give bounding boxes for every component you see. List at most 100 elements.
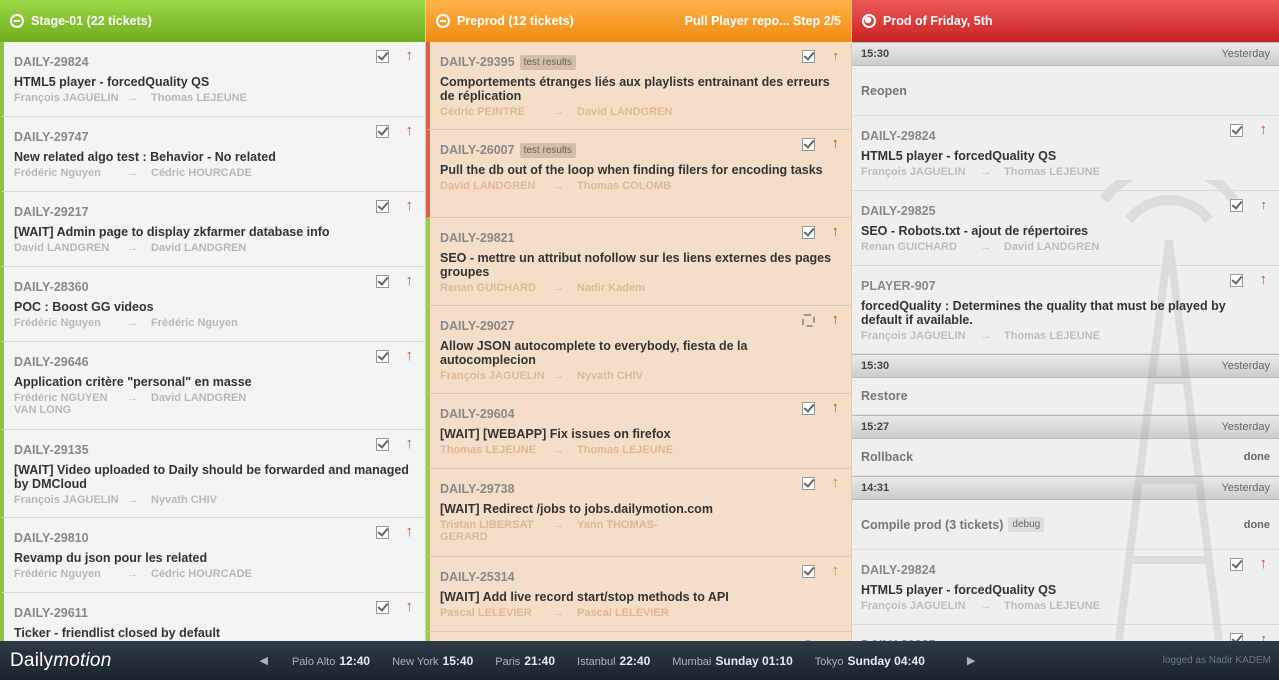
- ticket-id[interactable]: DAILY-29395 test results: [440, 54, 837, 70]
- check-icon[interactable]: [376, 350, 389, 363]
- ticket-reporter: Tristan LIBERSAT GERARD: [440, 519, 534, 543]
- ticket-card[interactable]: DAILY-29810 Revamp du json pour les relat…: [0, 518, 425, 593]
- ticket-assignee: Nyvath CHIV: [577, 370, 644, 382]
- check-icon[interactable]: [376, 275, 389, 288]
- preprod-header[interactable]: Preprod (12 tickets) Pull Player repo...…: [426, 0, 851, 42]
- ticket-id[interactable]: DAILY-29824: [861, 562, 1265, 578]
- ticket-id[interactable]: DAILY-29135: [14, 442, 411, 458]
- priority-double-up-icon: ↑: [1260, 197, 1268, 212]
- deploy-event[interactable]: Rollback done: [852, 439, 1279, 476]
- ticket-card[interactable]: DAILY-29824 HTML5 player - forcedQuality …: [852, 116, 1279, 191]
- prev-arrow-icon[interactable]: ◀: [259, 654, 267, 667]
- ticket-id[interactable]: DAILY-29810: [14, 530, 411, 546]
- ticket-id[interactable]: DAILY-29747: [14, 129, 411, 145]
- arrow-right-icon: →: [553, 444, 564, 456]
- check-icon[interactable]: [802, 565, 815, 578]
- ticket-title: [WAIT] Admin page to display zkfarmer da…: [14, 225, 330, 239]
- ticket-card[interactable]: DAILY-29824 HTML5 player - forcedQuality …: [852, 550, 1279, 625]
- priority-green-icon: ↑: [831, 562, 840, 579]
- ticket-id[interactable]: PLAYER-907: [861, 278, 1265, 294]
- check-icon[interactable]: [1230, 633, 1243, 641]
- stage-header[interactable]: Stage-01 (22 tickets): [0, 0, 425, 42]
- next-arrow-icon[interactable]: ▶: [967, 654, 975, 667]
- check-icon[interactable]: [802, 477, 815, 490]
- stage-column: Stage-01 (22 tickets) DAILY-29824 HTML5 p…: [0, 0, 426, 641]
- prod-header[interactable]: Prod of Friday, 5th: [852, 0, 1279, 42]
- arrow-right-icon: →: [980, 166, 991, 178]
- ticket-card[interactable]: DAILY-29646 Application critère "personal…: [0, 342, 425, 430]
- ticket-reporter: David LANDGREN: [440, 180, 536, 192]
- ticket-id[interactable]: DAILY-25314: [440, 569, 837, 585]
- ticket-card[interactable]: DAILY-29824 HTML5 player - forcedQuality …: [0, 42, 425, 117]
- check-icon[interactable]: [1230, 274, 1243, 287]
- check-icon[interactable]: [376, 125, 389, 138]
- settings-icon[interactable]: [802, 314, 815, 327]
- check-icon[interactable]: [376, 50, 389, 63]
- ticket-card[interactable]: DAILY-29825↑: [852, 625, 1279, 641]
- ticket-card[interactable]: DAILY-29217 [WAIT] Admin page to display …: [0, 192, 425, 267]
- ticket-card[interactable]: DAILY-29825 SEO - Robots.txt - ajout de r…: [852, 191, 1279, 266]
- ticket-card[interactable]: DAILY-28360 POC : Boost GG videos Frédéric…: [0, 267, 425, 342]
- arrow-right-icon: →: [127, 568, 138, 580]
- ticket-assignee: Thomas LEJEUNE: [1004, 600, 1100, 612]
- check-icon[interactable]: [1230, 124, 1243, 137]
- ticket-assignees: Frédéric NGUYEN VAN LONG → David LANDGREN: [14, 392, 411, 416]
- ticket-id[interactable]: DAILY-29824: [861, 128, 1265, 144]
- ticket-card[interactable]: DAILY-29604 [WAIT] [WEBAPP] Fix issues on…: [426, 394, 851, 469]
- ticket-id[interactable]: DAILY-29738: [440, 481, 837, 497]
- check-icon[interactable]: [802, 138, 815, 151]
- ticket-id[interactable]: DAILY-29611: [14, 605, 411, 621]
- check-icon[interactable]: [376, 438, 389, 451]
- ticket-card[interactable]: DAILY-29738 [WAIT] Redirect /jobs to jobs…: [426, 469, 851, 557]
- city-time: 15:40: [442, 653, 474, 668]
- check-icon[interactable]: [1230, 558, 1243, 571]
- ticket-card[interactable]: PLAYER-907 forcedQuality : Determines the…: [852, 266, 1279, 354]
- ticket-id[interactable]: DAILY-29825: [861, 203, 1265, 219]
- deploy-event[interactable]: Reopen: [852, 66, 1279, 116]
- ticket-card[interactable]: DAILY-29611 Ticker - friendlist closed by…: [0, 593, 425, 641]
- ticket-id[interactable]: DAILY-28360: [14, 279, 411, 295]
- ticket-card[interactable]: DAILY-29821 SEO - mettre un attribut nofo…: [426, 218, 851, 306]
- priority-up-icon: ↑: [831, 135, 840, 152]
- gear-icon: [436, 14, 450, 28]
- deploy-event[interactable]: Compile prod (3 tickets) debug done: [852, 500, 1279, 550]
- ticket-tag[interactable]: test results: [519, 54, 576, 70]
- ticket-title: Ticker - friendlist closed by default: [14, 626, 221, 640]
- check-icon[interactable]: [802, 226, 815, 239]
- ticket-id[interactable]: DAILY-26007 test results: [440, 142, 837, 158]
- ticket-id[interactable]: DAILY-29824: [14, 54, 411, 70]
- ticket-assignees: Frédéric Nguyen → Cédric HOURCADE: [14, 568, 411, 580]
- ticket-card[interactable]: DAILY-22575↑: [426, 632, 851, 641]
- check-icon[interactable]: [376, 200, 389, 213]
- priority-up-icon: ↑: [405, 122, 414, 139]
- ticket-id[interactable]: DAILY-29604: [440, 406, 837, 422]
- arrow-right-icon: →: [127, 167, 138, 179]
- check-icon[interactable]: [376, 601, 389, 614]
- ticket-card[interactable]: DAILY-29135 [WAIT] Video uploaded to Dail…: [0, 430, 425, 518]
- ticket-card[interactable]: DAILY-25314 [WAIT] Add live record start/…: [426, 557, 851, 632]
- ticket-card[interactable]: DAILY-29395 test results Comportements étr…: [426, 42, 851, 130]
- deploy-event[interactable]: Restore: [852, 378, 1279, 415]
- ticket-card[interactable]: DAILY-26007 test results Pull the db out o…: [426, 130, 851, 218]
- priority-up-icon: ↑: [831, 399, 840, 416]
- city-name: Paris: [495, 655, 521, 668]
- check-icon[interactable]: [1230, 199, 1243, 212]
- ticket-tag[interactable]: test results: [519, 142, 576, 158]
- event-tag[interactable]: debug: [1008, 517, 1045, 532]
- ticket-card[interactable]: DAILY-29747 New related algo test : Behav…: [0, 117, 425, 192]
- ticket-reporter: Thomas LEJEUNE: [440, 444, 536, 456]
- ticket-id[interactable]: DAILY-29646: [14, 354, 411, 370]
- ticket-id[interactable]: DAILY-29027: [440, 318, 837, 334]
- dailymotion-logo[interactable]: Dailymotion: [10, 650, 111, 672]
- ticket-title: Revamp du json pour les related: [14, 551, 208, 565]
- check-icon[interactable]: [802, 402, 815, 415]
- check-icon[interactable]: [376, 526, 389, 539]
- ticket-assignees: François JAGUELIN → Thomas LEJEUNE: [861, 600, 1265, 612]
- ticket-id[interactable]: DAILY-29217: [14, 204, 411, 220]
- priority-up-icon: ↑: [405, 523, 414, 540]
- ticket-title: Allow JSON autocomplete to everybody, fi…: [440, 339, 748, 367]
- ticket-id[interactable]: DAILY-29821: [440, 230, 837, 246]
- ticket-card[interactable]: DAILY-29027 Allow JSON autocomplete to ev…: [426, 306, 851, 394]
- arrow-right-icon: →: [127, 92, 138, 104]
- check-icon[interactable]: [802, 50, 815, 63]
